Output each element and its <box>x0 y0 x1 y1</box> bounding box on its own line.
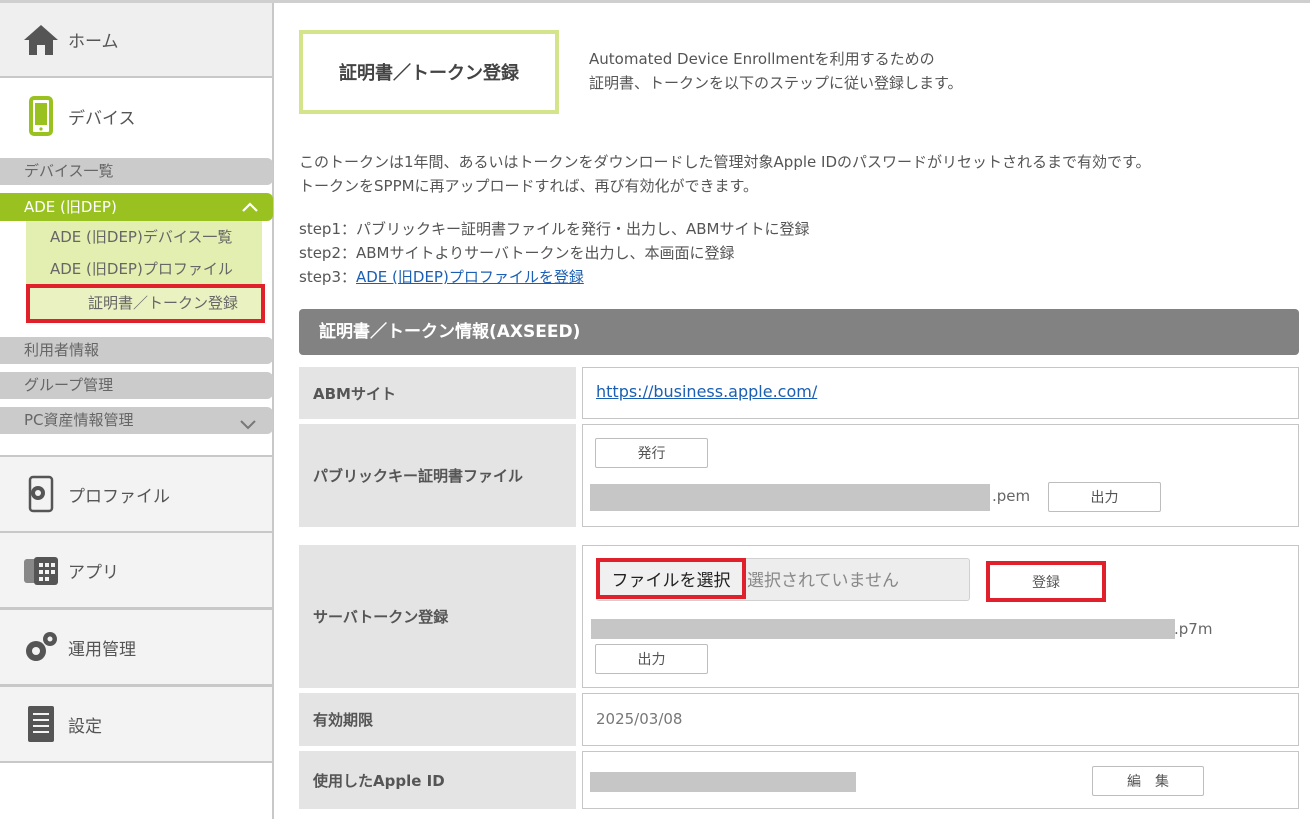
redacted-filename <box>591 619 1175 639</box>
expiry-value: 2025/03/08 <box>596 710 683 728</box>
nav-device-label: デバイス <box>68 108 136 129</box>
sidebar-item-cert-token[interactable]: 証明書／トークン登録 <box>26 284 265 323</box>
nav-profile[interactable]: プロファイル <box>0 455 272 533</box>
steps-list: step1：パブリックキー証明書ファイルを発行・出力し、ABMサイトに登録 st… <box>299 217 810 289</box>
nav-apps[interactable]: アプリ <box>0 531 272 609</box>
pubkey-cert-label: パブリックキー証明書ファイル <box>299 424 576 527</box>
redacted-filename <box>590 484 990 511</box>
abm-site-label: ABMサイト <box>299 367 576 419</box>
sidebar-item-label: 利用者情報 <box>24 341 100 359</box>
pem-extension: .pem <box>992 487 1031 505</box>
sidebar-item-label: デバイス一覧 <box>24 162 114 180</box>
abm-site-link[interactable]: https://business.apple.com/ <box>596 382 817 401</box>
sidebar-item-users[interactable]: 利用者情報 <box>0 337 273 364</box>
output-token-button[interactable]: 出力 <box>595 644 708 674</box>
step-1: step1：パブリックキー証明書ファイルを発行・出力し、ABMサイトに登録 <box>299 220 810 238</box>
p7m-extension: .p7m <box>1174 620 1213 638</box>
step-3-prefix: step3： <box>299 268 356 286</box>
gears-icon <box>16 628 66 666</box>
profile-gear-phone-icon <box>16 475 66 513</box>
redacted-apple-id <box>590 772 856 792</box>
description-line: このトークンは1年間、あるいはトークンをダウンロードした管理対象Apple ID… <box>299 153 1151 171</box>
apple-id-label: 使用したApple ID <box>299 751 576 809</box>
nav-home[interactable]: ホーム <box>0 3 272 78</box>
ade-profile-link[interactable]: ADE (旧DEP)プロファイルを登録 <box>356 268 584 286</box>
nav-settings-label: 設定 <box>68 716 102 737</box>
sidebar-item-groups[interactable]: グループ管理 <box>0 372 273 399</box>
nav-operations-label: 運用管理 <box>68 639 136 660</box>
token-description: このトークンは1年間、あるいはトークンをダウンロードした管理対象Apple ID… <box>299 150 1151 198</box>
sidebar-item-ade-profile[interactable]: ADE (旧DEP)プロファイル <box>50 258 233 279</box>
sidebar-item-pc-assets[interactable]: PC資産情報管理 <box>0 407 273 434</box>
intro-line: 証明書、トークンを以下のステップに従い登録します。 <box>589 74 963 92</box>
nav-apps-label: アプリ <box>68 562 119 583</box>
nav-operations[interactable]: 運用管理 <box>0 608 272 686</box>
document-icon <box>16 704 66 744</box>
sidebar-item-device-list[interactable]: デバイス一覧 <box>0 158 273 185</box>
chevron-down-icon <box>239 413 257 440</box>
home-icon <box>16 23 66 57</box>
abm-site-value: https://business.apple.com/ <box>582 367 1299 419</box>
register-button[interactable]: 登録 <box>986 561 1106 602</box>
page-title: 証明書／トークン登録 <box>299 30 559 114</box>
expiry-label: 有効期限 <box>299 693 576 746</box>
nav-home-label: ホーム <box>68 32 119 52</box>
expiry-value-box: 2025/03/08 <box>582 693 1299 746</box>
nav-device[interactable]: デバイス <box>0 78 272 154</box>
sidebar-item-label: グループ管理 <box>24 376 114 394</box>
nav-settings[interactable]: 設定 <box>0 685 272 763</box>
sidebar-item-ade[interactable]: ADE (旧DEP) <box>0 193 273 221</box>
description-line: トークンをSPPMに再アップロードすれば、再び有効化ができます。 <box>299 177 759 195</box>
section-header: 証明書／トークン情報(AXSEED) <box>299 309 1299 355</box>
sidebar-item-ade-device-list[interactable]: ADE (旧DEP)デバイス一覧 <box>50 226 232 247</box>
intro-text: Automated Device Enrollmentを利用するための 証明書、… <box>589 47 963 95</box>
server-token-label: サーバトークン登録 <box>299 545 576 688</box>
intro-line: Automated Device Enrollmentを利用するための <box>589 50 935 68</box>
sidebar-item-label: PC資産情報管理 <box>24 411 134 429</box>
no-file-text: 選択されていません <box>747 571 899 591</box>
sidebar-item-label: ADE (旧DEP) <box>24 198 117 216</box>
smartphone-icon <box>16 96 66 136</box>
choose-file-button[interactable]: ファイルを選択 <box>596 558 746 599</box>
step-2: step2：ABMサイトよりサーバトークンを出力し、本画面に登録 <box>299 244 735 262</box>
output-pem-button[interactable]: 出力 <box>1048 482 1161 512</box>
apps-icon <box>16 553 66 587</box>
step-3: step3：ADE (旧DEP)プロファイルを登録 <box>299 265 810 289</box>
edit-button[interactable]: 編 集 <box>1092 766 1204 796</box>
issue-button[interactable]: 発行 <box>595 438 708 468</box>
nav-profile-label: プロファイル <box>68 486 170 507</box>
